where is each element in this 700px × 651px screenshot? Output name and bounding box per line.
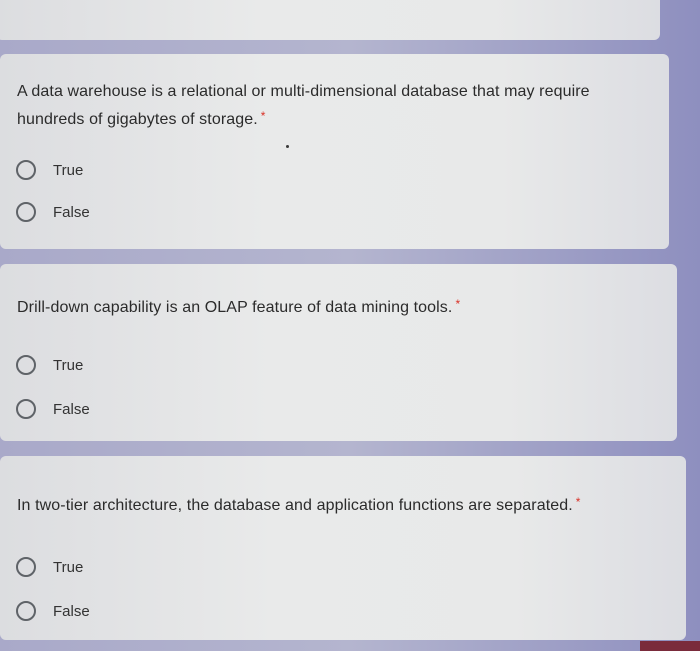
radio-button[interactable]	[16, 399, 36, 419]
option-false[interactable]: False	[16, 202, 90, 222]
option-label: True	[53, 558, 84, 576]
radio-button[interactable]	[16, 557, 36, 577]
radio-button[interactable]	[16, 601, 36, 621]
background-edge	[640, 641, 700, 651]
required-asterisk: *	[260, 109, 266, 123]
stray-dot	[286, 145, 289, 148]
radio-button[interactable]	[16, 202, 36, 222]
question-text: A data warehouse is a relational or mult…	[17, 83, 590, 128]
option-true[interactable]: True	[16, 160, 83, 180]
question-card-3: In two-tier architecture, the database a…	[0, 456, 686, 640]
option-label: False	[53, 203, 90, 221]
option-label: False	[53, 602, 90, 620]
question-text: Drill-down capability is an OLAP feature…	[17, 297, 461, 316]
question-card-1: A data warehouse is a relational or mult…	[0, 54, 669, 249]
radio-button[interactable]	[16, 160, 36, 180]
option-false[interactable]: False	[16, 399, 90, 419]
previous-question-card	[0, 0, 660, 40]
option-label: False	[53, 400, 90, 418]
radio-button[interactable]	[16, 355, 36, 375]
option-true[interactable]: True	[16, 355, 83, 375]
question-card-2: Drill-down capability is an OLAP feature…	[0, 264, 677, 441]
required-asterisk: *	[455, 297, 461, 311]
question-text: In two-tier architecture, the database a…	[17, 495, 581, 514]
required-asterisk: *	[575, 495, 581, 509]
option-label: True	[53, 356, 84, 374]
option-true[interactable]: True	[16, 557, 83, 577]
option-label: True	[53, 161, 84, 179]
option-false[interactable]: False	[16, 601, 90, 621]
